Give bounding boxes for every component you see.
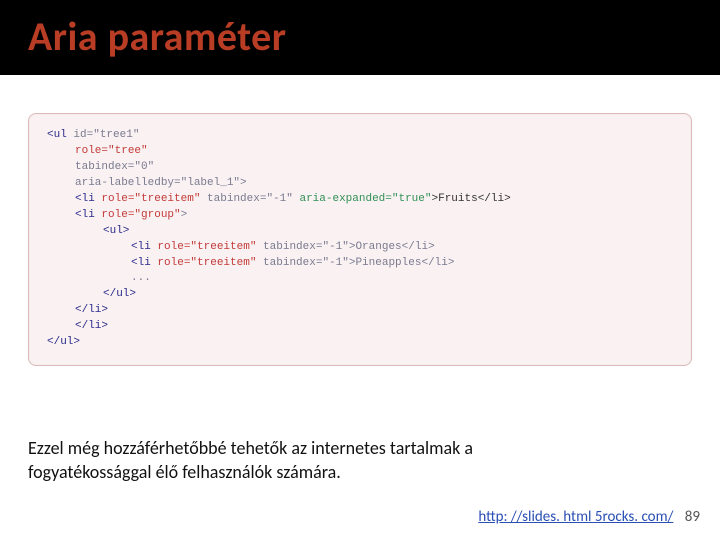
code-token: "treeitem" [190,241,256,253]
page-title: Aria paraméter [0,0,720,75]
code-token: tabindex="0" [47,160,154,176]
caption-line: Ezzel még hozzáférhetőbbé tehetők az int… [28,437,692,460]
source-link[interactable]: http: //slides. html 5rocks. com/ [478,508,673,526]
code-token: aria-labelledby="label_1"> [47,176,247,192]
code-token: "group" [134,209,180,221]
code-token: ... [47,271,151,287]
code-token: </ul> [47,287,136,303]
page-number: 89 [685,508,700,526]
caption-line: fogyatékossággal élő felhasználók számár… [28,461,692,484]
footer: http: //slides. html 5rocks. com/ 89 [478,508,700,526]
code-token: role= [151,257,191,269]
code-token: </li> [47,303,108,319]
code-token: tabindex="-1">Oranges</li> [256,241,434,253]
code-token: role= [95,193,135,205]
code-token: <ul> [47,224,129,240]
code-token: "tree" [108,145,148,157]
code-token: "treeitem" [190,257,256,269]
code-token: <li [131,241,151,253]
slide: Aria paraméter <ul id="tree1" role="tree… [0,0,720,540]
code-token: > [181,209,188,221]
code-token: id="tree1" [67,129,140,141]
code-token: "treeitem" [134,193,200,205]
code-token: <li [131,257,151,269]
code-token: role= [151,241,191,253]
code-token: role= [75,145,108,157]
code-token: tabindex="-1" [200,193,299,205]
code-token: >Fruits</li> [432,193,511,205]
code-token: <li [75,209,95,221]
code-example: <ul id="tree1" role="tree" tabindex="0" … [28,113,692,366]
code-token: tabindex="-1">Pineapples</li> [256,257,454,269]
code-token: </ul> [47,336,80,348]
caption: Ezzel még hozzáférhetőbbé tehetők az int… [28,437,692,484]
code-token: <li [75,193,95,205]
code-token: role= [95,209,135,221]
code-token: <ul [47,129,67,141]
code-token: </li> [47,319,108,335]
code-token: aria-expanded="true" [299,193,431,205]
